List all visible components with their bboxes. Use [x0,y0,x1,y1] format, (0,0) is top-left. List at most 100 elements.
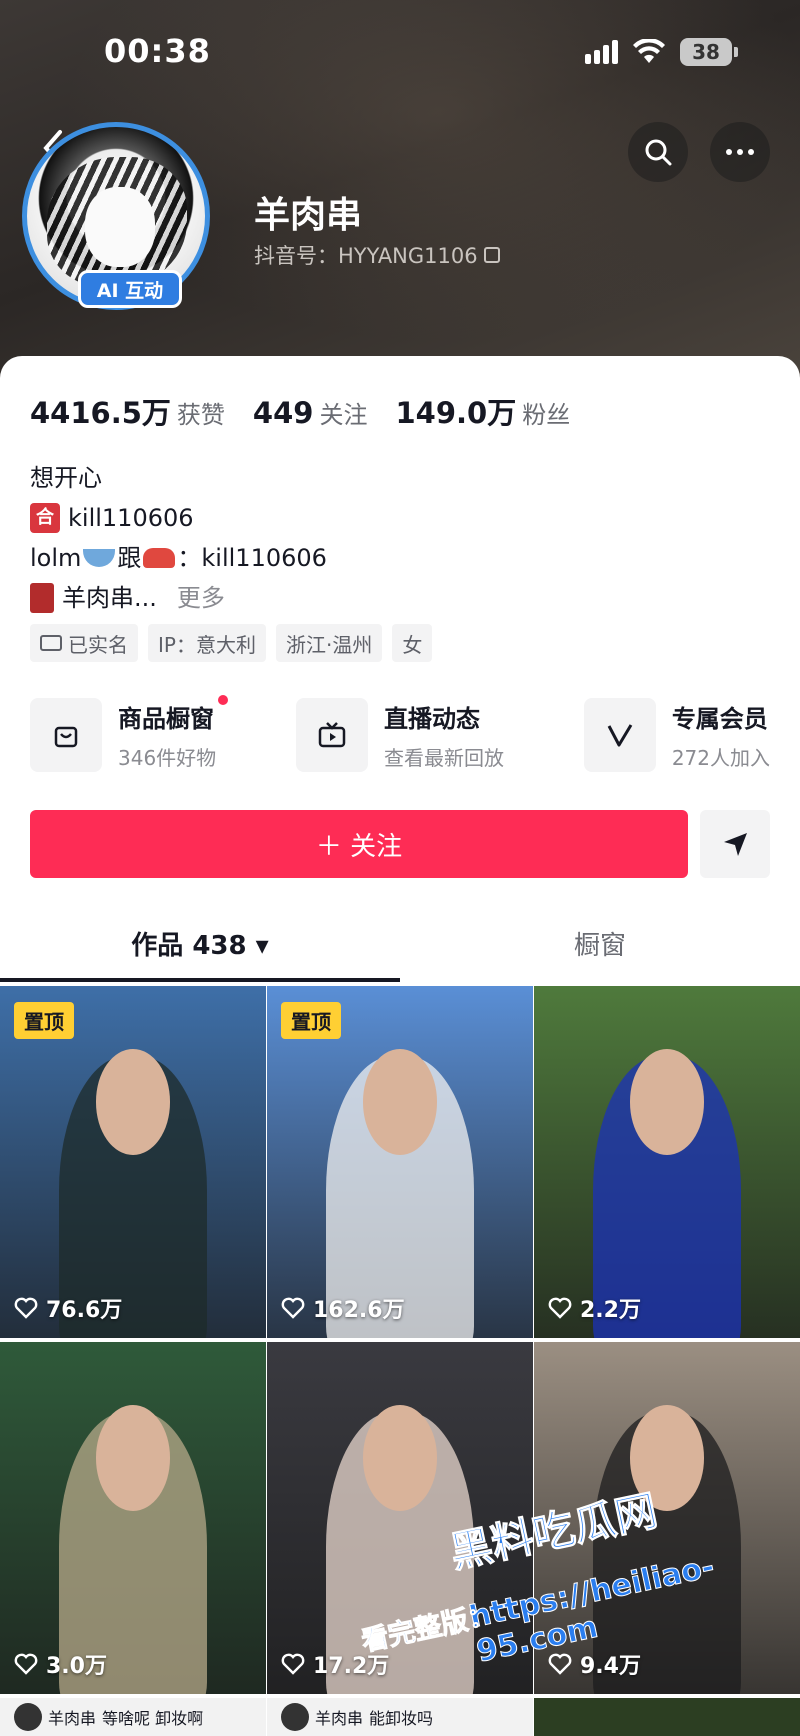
pinned-badge: 置顶 [14,1002,74,1039]
bio-text: kill110606 [68,504,194,532]
v-icon [583,698,656,772]
avatar[interactable]: AI 互动 [22,122,232,310]
partial-author: 羊肉串 [315,1709,364,1728]
tab-showcase[interactable]: 橱窗 [400,918,800,982]
tag-ip: IP：意大利 [148,624,266,662]
feature-shop-window[interactable]: 商品橱窗 346件好物 [30,695,229,772]
feature-title: 直播动态 [384,705,480,733]
tv-icon [296,698,368,772]
feature-title: 商品橱窗 [118,695,229,734]
bio-text: ：kill110606 [177,544,327,572]
heart-icon [281,1653,305,1675]
likes-count: 162.6万 [313,1298,405,1323]
video-thumbnail-face [362,1405,438,1511]
video-tile-partial[interactable]: 羊肉串 等啥呢 卸妆啊 [0,1698,266,1736]
likes-count: 2.2万 [580,1298,641,1323]
signal-icon [585,40,618,64]
video-thumbnail-face [629,1049,705,1155]
video-likes: 76.6万 [14,1292,122,1324]
video-tile[interactable]: 置顶 162.6万 [267,986,533,1338]
status-time: 00:38 [104,32,211,70]
heart-icon [14,1297,38,1319]
video-tile[interactable]: 3.0万 [0,1342,266,1694]
stat-value: 449 [252,396,314,430]
bio-more-link[interactable]: 更多 [177,578,225,618]
bio-line: 合 kill110606 [30,498,327,538]
status-icons: 38 [585,38,738,66]
tag-gender: 女 [392,624,433,662]
content-tabs: 作品 438 ▾ 橱窗 [0,918,800,982]
feature-title: 专属会员 [671,705,768,733]
car-emoji-icon [143,548,176,568]
bag-icon [30,698,102,772]
likes-count: 9.4万 [580,1654,641,1679]
tag-verified: 已实名 [30,624,138,662]
tag-text: 已实名 [68,632,128,657]
partial-caption: 等啥呢 卸妆啊 [102,1709,204,1728]
likes-count: 3.0万 [46,1654,107,1679]
heart-icon [281,1297,305,1319]
video-tile-partial[interactable] [534,1698,800,1736]
bio-line: 想开心 [30,458,327,498]
feature-subtitle: 272人加入 [671,746,770,770]
heart-icon [548,1653,572,1675]
partial-author: 羊肉串 [48,1709,97,1728]
notification-dot [218,695,229,705]
video-likes: 3.0万 [14,1648,107,1680]
stat-followers[interactable]: 149.0万 粉丝 [395,390,570,432]
copy-icon[interactable] [483,247,500,263]
more-icon [726,149,754,155]
tab-works[interactable]: 作品 438 ▾ [0,918,400,982]
video-grid-partial-row: 羊肉串 等啥呢 卸妆啊 羊肉串 能卸妆吗 [0,1698,800,1736]
heart-icon [548,1297,572,1319]
pinned-badge: 置顶 [281,1002,341,1039]
feature-live[interactable]: 直播动态 查看最新回放 [296,698,504,772]
stat-label: 粉丝 [522,401,571,429]
heart-icon [14,1653,38,1675]
profile-stats: 4416.5万 获赞 449 关注 149.0万 粉丝 [30,390,570,432]
wifi-icon [633,39,665,63]
partial-caption: 能卸妆吗 [369,1709,434,1728]
tag-location[interactable]: 浙江·温州 [275,624,383,662]
feature-subtitle: 查看最新回放 [384,746,504,770]
likes-count: 76.6万 [46,1298,123,1323]
profile-name: 羊肉串 [254,195,363,236]
stat-following[interactable]: 449 关注 [253,395,368,430]
more-options-button[interactable] [710,122,770,182]
douyin-id-text: 抖音号：HYYANG1106 [254,244,478,268]
video-tile[interactable]: 置顶 76.6万 [0,986,266,1338]
video-likes: 162.6万 [281,1292,405,1324]
tag-text: 浙江·温州 [285,632,373,657]
search-icon [645,139,672,166]
id-card-icon [40,635,62,651]
tag-text: 女 [402,632,423,657]
ai-interact-badge[interactable]: AI 互动 [78,270,182,308]
bio: 想开心 合 kill110606 lolm 跟 ：kill110606 羊肉串.… [30,458,327,618]
he-emoji-icon: 合 [30,503,60,533]
stat-label: 获赞 [176,401,225,429]
stat-value: 149.0万 [395,396,517,430]
bio-text: lolm [30,544,82,572]
feature-subtitle: 346件好物 [118,746,217,770]
video-tile[interactable]: 2.2万 [534,986,800,1338]
video-tile-partial[interactable]: 羊肉串 能卸妆吗 [267,1698,533,1736]
video-thumbnail-face [362,1049,438,1155]
bowl-emoji-icon [83,549,116,567]
feature-membership[interactable]: 专属会员 272人加入 [583,698,770,772]
bio-line: lolm 跟 ：kill110606 [30,538,327,578]
bio-text: 想开心 [30,464,102,492]
video-likes: 2.2万 [548,1292,641,1324]
follow-button[interactable]: ＋ 关注 [30,810,688,878]
search-button[interactable] [628,122,688,182]
video-thumbnail-face [95,1049,171,1155]
video-likes: 9.4万 [548,1648,641,1680]
avatar [281,1703,309,1731]
send-icon [724,833,747,856]
bio-text: 羊肉串... [62,584,157,612]
tag-text: IP：意大利 [158,632,256,657]
douyin-id[interactable]: 抖音号：HYYANG1106 [254,240,500,270]
battery-icon: 38 [680,38,738,66]
tab-indicator [0,978,400,982]
share-button[interactable] [700,810,770,878]
video-thumbnail-face [95,1405,171,1511]
